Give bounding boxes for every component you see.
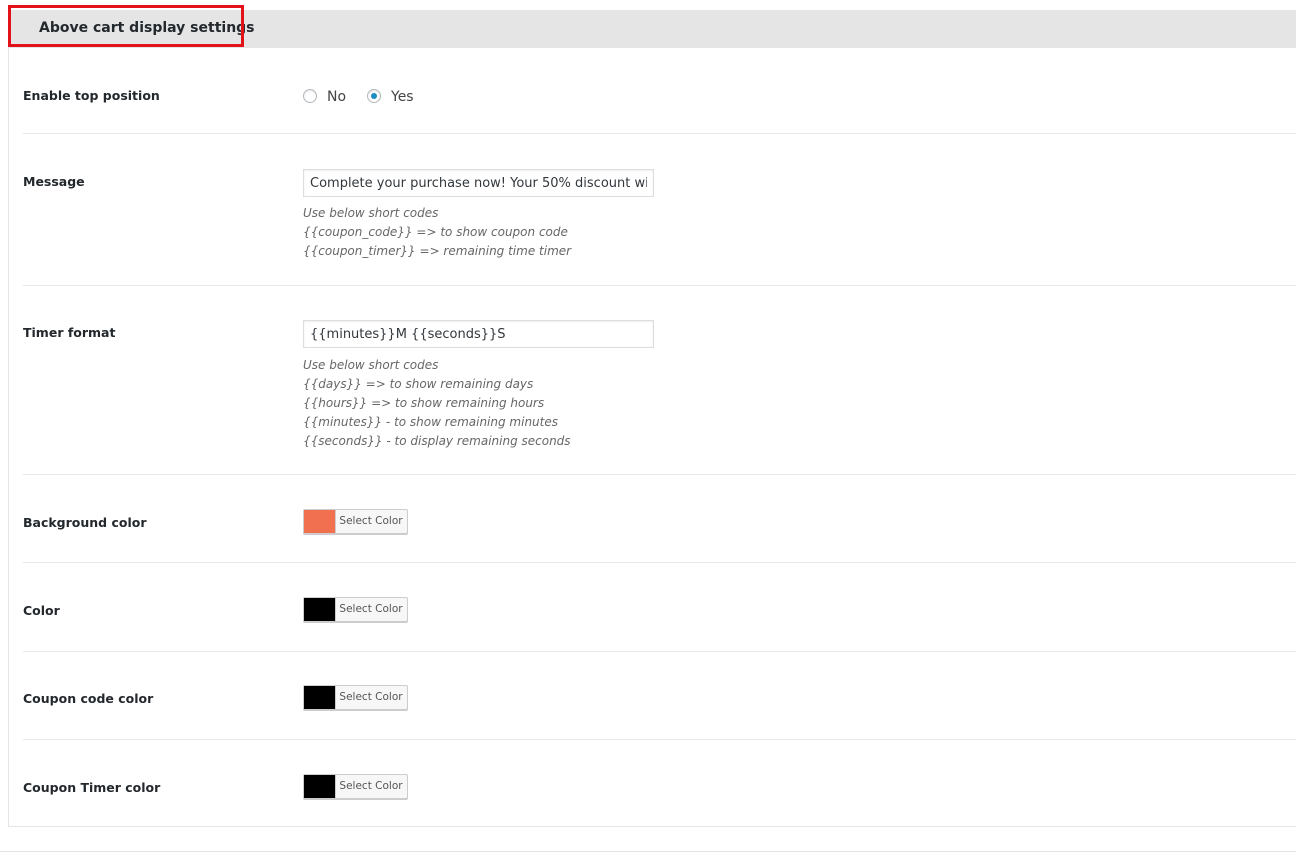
background-color-label: Background color [23,515,147,530]
row-divider [23,133,1296,134]
color-picker-button[interactable]: Select Color [303,597,408,622]
radio-no-label[interactable]: No [327,87,346,107]
row-divider [23,739,1296,740]
color-swatch [304,510,336,533]
color-label: Color [23,603,60,618]
message-input[interactable] [303,169,654,197]
timer-format-label: Timer format [23,325,116,340]
timer-help-line: {{hours}} => to show remaining hours [303,396,545,410]
coupon-code-color-picker-button[interactable]: Select Color [303,685,408,710]
timer-format-input[interactable] [303,320,654,348]
color-swatch [304,686,336,709]
enable-top-position-label: Enable top position [23,88,160,103]
timer-help-line: {{seconds}} - to display remaining secon… [303,434,571,448]
message-help: Use below short codes {{coupon_code}} =>… [303,204,571,261]
timer-help-line: Use below short codes [303,358,439,372]
color-swatch [304,598,336,621]
select-color-label: Select Color [339,691,403,703]
coupon-code-color-label: Coupon code color [23,691,154,706]
timer-help-line: {{days}} => to show remaining days [303,377,534,391]
radio-yes-label[interactable]: Yes [391,87,414,107]
message-label: Message [23,174,85,189]
select-color-label: Select Color [339,780,403,792]
radio-no[interactable] [303,89,317,103]
coupon-timer-color-picker-button[interactable]: Select Color [303,774,408,799]
message-help-line: {{coupon_code}} => to show coupon code [303,225,568,239]
highlight-box [8,5,244,47]
settings-panel [8,48,1296,827]
row-divider [23,651,1296,652]
message-help-line: {{coupon_timer}} => remaining time timer [303,244,572,258]
timer-format-help: Use below short codes {{days}} => to sho… [303,356,571,451]
row-divider [23,562,1296,563]
radio-yes[interactable] [367,89,381,103]
background-color-picker-button[interactable]: Select Color [303,509,408,534]
select-color-label: Select Color [339,603,403,615]
color-swatch [304,775,336,798]
row-divider [23,474,1296,475]
select-color-label: Select Color [339,515,403,527]
bottom-divider [0,851,1296,852]
coupon-timer-color-label: Coupon Timer color [23,780,161,795]
row-divider [23,285,1296,286]
message-help-line: Use below short codes [303,206,439,220]
timer-help-line: {{minutes}} - to show remaining minutes [303,415,559,429]
